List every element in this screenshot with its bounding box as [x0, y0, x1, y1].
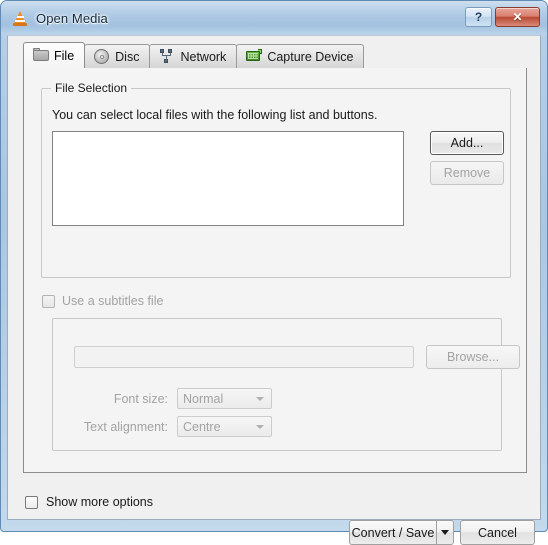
tab-capture-device[interactable]: Capture Device — [236, 44, 365, 68]
tab-disc[interactable]: Disc — [84, 44, 151, 68]
text-alignment-select: Centre — [177, 416, 272, 437]
tab-strip: File Disc Network Capture Device — [23, 42, 527, 68]
convert-save-dropdown-button[interactable] — [436, 520, 454, 545]
close-button[interactable]: ✕ — [495, 7, 540, 27]
disc-icon — [94, 49, 110, 64]
text-alignment-value: Centre — [183, 419, 221, 434]
dialog-client-area: File Disc Network Capture Device File Se… — [7, 35, 541, 545]
show-more-options-label: Show more options — [46, 495, 154, 509]
add-button[interactable]: Add... — [430, 131, 504, 155]
tab-page-file: File Selection You can select local file… — [23, 68, 527, 473]
show-more-options-row[interactable]: Show more options — [25, 495, 153, 509]
use-subtitles-label: Use a subtitles file — [62, 294, 164, 308]
vlc-cone-icon — [12, 10, 28, 26]
file-list[interactable] — [52, 131, 404, 226]
file-selection-title: File Selection — [51, 81, 132, 95]
folder-icon — [33, 48, 49, 63]
tab-file[interactable]: File — [23, 42, 86, 68]
show-more-options-checkbox[interactable] — [25, 495, 38, 509]
network-icon — [159, 49, 175, 64]
tab-file-label: File — [54, 48, 75, 63]
tab-disc-label: Disc — [115, 49, 140, 64]
chevron-down-icon — [256, 397, 264, 401]
file-selection-group: File Selection You can select local file… — [41, 81, 511, 278]
tab-network-label: Network — [180, 49, 227, 64]
remove-button: Remove — [430, 161, 504, 185]
font-size-select: Normal — [177, 388, 272, 409]
title-bar[interactable]: Open Media ? ✕ — [1, 1, 547, 35]
window-title: Open Media — [36, 10, 108, 26]
cancel-button[interactable]: Cancel — [460, 520, 535, 545]
tab-network[interactable]: Network — [149, 44, 238, 68]
font-size-value: Normal — [183, 391, 224, 406]
use-subtitles-checkbox-row[interactable]: Use a subtitles file — [42, 294, 163, 308]
capture-card-icon — [246, 49, 263, 64]
open-media-dialog: Open Media ? ✕ File Disc Network Capture… — [0, 0, 548, 545]
chevron-down-icon — [256, 425, 264, 429]
tab-capture-device-label: Capture Device — [267, 49, 354, 64]
use-subtitles-checkbox[interactable] — [42, 294, 55, 308]
subtitles-file-input — [74, 346, 414, 368]
subtitles-panel: Browse... Font size: Normal Text alignme… — [52, 318, 520, 451]
window-controls: ? ✕ — [465, 7, 540, 27]
browse-button: Browse... — [426, 345, 520, 369]
text-alignment-label: Text alignment: — [83, 420, 168, 434]
convert-save-button[interactable]: Convert / Save — [349, 520, 436, 545]
help-button[interactable]: ? — [465, 7, 492, 27]
font-size-label: Font size: — [113, 392, 168, 406]
file-selection-description: You can select local files with the foll… — [52, 108, 378, 122]
chevron-down-icon — [441, 530, 449, 535]
